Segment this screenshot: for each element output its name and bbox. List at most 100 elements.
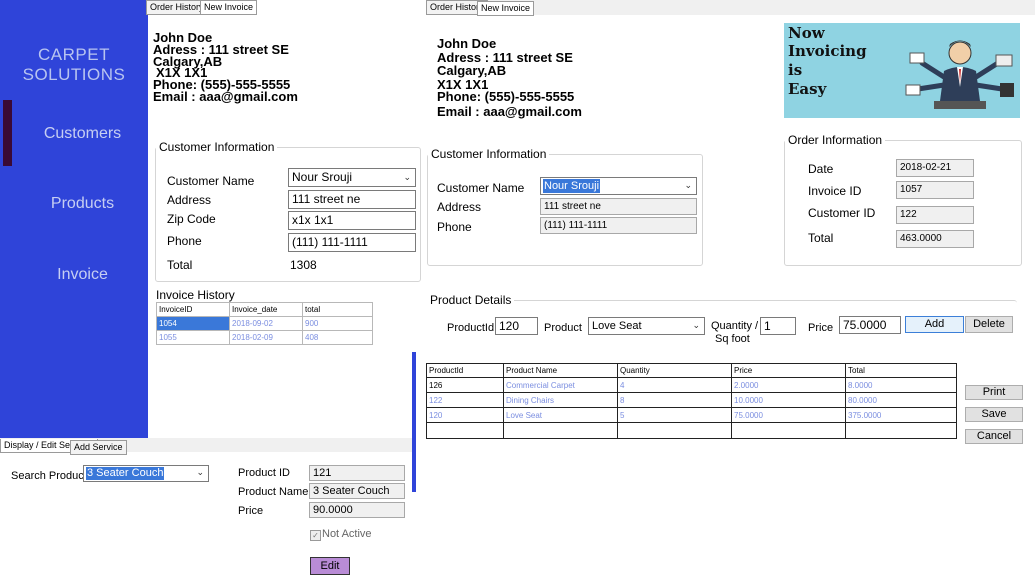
- table-cell: 8: [617, 392, 732, 408]
- service-price-field[interactable]: 90.0000: [309, 502, 405, 518]
- table-cell: 900: [302, 316, 373, 331]
- chevron-down-icon: ⌄: [403, 172, 411, 182]
- product-select[interactable]: Love Seat ⌄: [588, 317, 705, 335]
- address-label-left: Address: [167, 193, 212, 207]
- invoice-history-table[interactable]: InvoiceID Invoice_date total 1054 2018-0…: [156, 302, 373, 345]
- customer-name-label-left: Customer Name: [167, 174, 255, 188]
- banner-line-3: is: [788, 61, 803, 79]
- nav-customers[interactable]: Customers: [0, 125, 165, 143]
- column-header: Price: [731, 363, 846, 378]
- column-header: ProductId: [426, 363, 504, 378]
- table-cell: 2018-02-09: [229, 330, 303, 345]
- table-row[interactable]: 1054 2018-09-02 900: [156, 316, 373, 331]
- table-cell: 408: [302, 330, 373, 345]
- column-header: Quantity: [617, 363, 732, 378]
- search-product-select[interactable]: 3 Seater Couch ⌄: [83, 465, 209, 482]
- quantity-input[interactable]: 1: [760, 317, 796, 335]
- now-invoicing-banner: Now Invoicing is Easy: [784, 23, 1020, 118]
- table-row[interactable]: 1055 2018-02-09 408: [156, 330, 373, 345]
- table-row-new[interactable]: [426, 422, 957, 439]
- zip-label-left: Zip Code: [167, 212, 216, 226]
- print-button[interactable]: Print: [965, 385, 1023, 400]
- product-id-input[interactable]: 120: [495, 317, 538, 335]
- tab-order-history-left[interactable]: Order History: [146, 0, 208, 15]
- chevron-down-icon: ⌄: [684, 180, 692, 190]
- table-row[interactable]: 120 Love Seat 5 75.0000 375.0000: [426, 407, 957, 423]
- quantity-label: Quantity /: [711, 320, 759, 332]
- product-id-label: ProductId: [447, 322, 495, 334]
- table-cell: 10.0000: [731, 392, 846, 408]
- brand-line-1: CARPET: [38, 45, 110, 64]
- invoice-id-label: Invoice ID: [808, 184, 862, 198]
- address-input-left[interactable]: 111 street ne: [288, 190, 416, 209]
- service-product-name-label: Product Name: [238, 486, 309, 498]
- service-product-id-field[interactable]: 121: [309, 465, 405, 481]
- company-name-right: John Doe: [437, 36, 497, 51]
- table-cell: [503, 422, 618, 439]
- table-cell: 126: [426, 377, 504, 393]
- table-cell: 4: [617, 377, 732, 393]
- divider-bar: [412, 352, 416, 492]
- brand: CARPET SOLUTIONS: [0, 45, 148, 85]
- customer-name-select-left[interactable]: Nour Srouji ⌄: [288, 168, 416, 187]
- not-active-checkbox[interactable]: ✓: [310, 530, 321, 541]
- table-row[interactable]: 126 Commercial Carpet 4 2.0000 8.0000: [426, 377, 957, 393]
- phone-field-right[interactable]: (111) 111-1111: [540, 217, 697, 234]
- price-label: Price: [808, 322, 834, 334]
- product-label: Product: [544, 322, 582, 334]
- tab-new-invoice-right[interactable]: New Invoice: [477, 1, 535, 16]
- tab-add-service[interactable]: Add Service: [70, 440, 127, 455]
- date-field[interactable]: 2018-02-21: [896, 159, 974, 177]
- phone-label-left: Phone: [167, 234, 202, 248]
- total-value-left: 1308: [290, 258, 317, 272]
- save-button[interactable]: Save: [965, 407, 1023, 422]
- phone-label-right: Phone: [437, 220, 472, 234]
- order-lines-table[interactable]: ProductId Product Name Quantity Price To…: [426, 363, 957, 439]
- nav-products[interactable]: Products: [0, 195, 165, 213]
- service-product-id-label: Product ID: [238, 467, 290, 479]
- product-details-legend: Product Details: [430, 293, 512, 307]
- edit-button[interactable]: Edit: [310, 557, 350, 575]
- order-total-label: Total: [808, 231, 834, 245]
- table-cell: Love Seat: [503, 407, 618, 423]
- table-header-row: InvoiceID Invoice_date total: [156, 302, 373, 317]
- table-cell: 120: [426, 407, 504, 423]
- customer-name-select-right[interactable]: Nour Srouji ⌄: [540, 177, 697, 195]
- customer-name-label-right: Customer Name: [437, 181, 525, 195]
- service-product-name-field[interactable]: 3 Seater Couch: [309, 483, 405, 499]
- address-field-right[interactable]: 111 street ne: [540, 198, 697, 215]
- product-select-value: Love Seat: [592, 320, 642, 332]
- table-row[interactable]: 122 Dining Chairs 8 10.0000 80.0000: [426, 392, 957, 408]
- chevron-down-icon: ⌄: [196, 467, 204, 477]
- cancel-button[interactable]: Cancel: [965, 429, 1023, 444]
- invoice-id-field[interactable]: 1057: [896, 181, 974, 199]
- customer-id-field[interactable]: 122: [896, 206, 974, 224]
- nav-invoice[interactable]: Invoice: [0, 266, 165, 284]
- customer-id-label: Customer ID: [808, 206, 876, 220]
- delete-button[interactable]: Delete: [965, 316, 1013, 333]
- service-price-label: Price: [238, 505, 264, 517]
- sidebar: CARPET SOLUTIONS Customers Products Invo…: [0, 0, 148, 438]
- zip-input-left[interactable]: x1x 1x1: [288, 211, 416, 230]
- tab-new-invoice-left[interactable]: New Invoice: [200, 0, 258, 15]
- banner-line-1: Now: [788, 24, 825, 42]
- phone-input-left[interactable]: (111) 111-1111: [288, 233, 416, 252]
- add-button[interactable]: Add: [905, 316, 964, 333]
- order-total-field[interactable]: 463.0000: [896, 230, 974, 248]
- column-header: Product Name: [503, 363, 618, 378]
- column-header: total: [302, 302, 373, 317]
- table-cell: [845, 422, 957, 439]
- table-cell: 75.0000: [731, 407, 846, 423]
- table-cell: 8.0000: [845, 377, 957, 393]
- customer-info-legend-left: Customer Information: [159, 140, 275, 154]
- table-header-row: ProductId Product Name Quantity Price To…: [426, 363, 957, 378]
- column-header: InvoiceID: [156, 302, 230, 317]
- date-label: Date: [808, 162, 834, 176]
- table-cell: Dining Chairs: [503, 392, 618, 408]
- table-cell: 80.0000: [845, 392, 957, 408]
- banner-line-2: Invoicing: [788, 42, 867, 60]
- company-phone-right: Phone: (555)-555-5555: [437, 89, 575, 104]
- customer-name-value-left: Nour Srouji: [292, 170, 353, 184]
- price-input[interactable]: 75.0000: [839, 316, 901, 334]
- table-cell: 2.0000: [731, 377, 846, 393]
